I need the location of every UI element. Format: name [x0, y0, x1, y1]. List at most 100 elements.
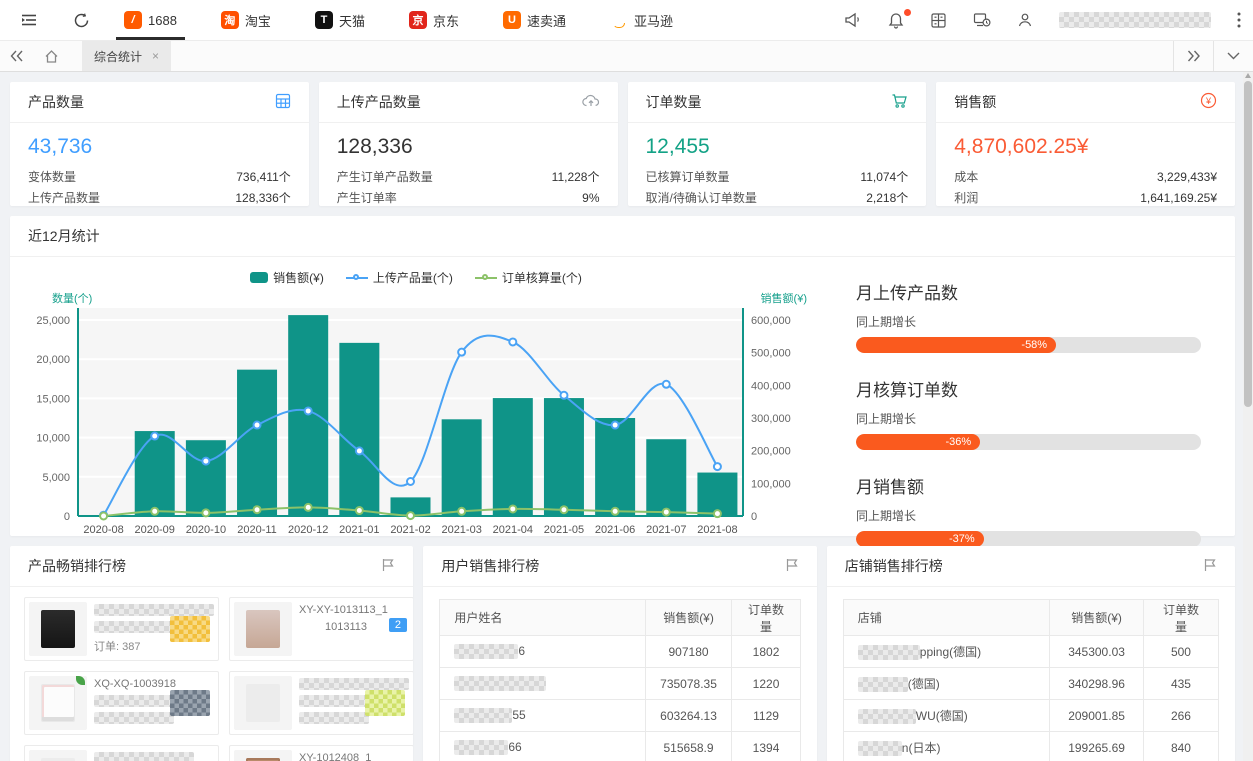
growth-bar-track: -58% — [856, 337, 1201, 353]
orders-cell: 500 — [1143, 636, 1218, 668]
col-name[interactable]: 用户姓名 — [440, 600, 645, 636]
col-sales[interactable]: 销售额(¥) — [645, 600, 732, 636]
product-image — [234, 750, 292, 761]
product-rank-item[interactable]: XY-XY-1013113_110131132 — [229, 597, 413, 661]
table-row[interactable]: pping(德国) 345300.03 500 — [843, 636, 1218, 668]
page-scrollbar[interactable] — [1243, 72, 1253, 761]
name-suffix: WU(德国) — [916, 709, 968, 723]
menu-fold-icon[interactable] — [12, 0, 46, 40]
stat-value[interactable]: 12,455 — [646, 135, 909, 159]
stat-row-label: 变体数量 — [28, 167, 76, 188]
growth-percent: -58% — [1021, 339, 1047, 351]
name-suffix: 6 — [518, 644, 525, 658]
stat-value[interactable]: 43,736 — [28, 135, 291, 159]
table-row[interactable]: 66 515658.9 1394 — [440, 732, 800, 761]
b-smt-icon: U — [503, 11, 521, 29]
stat-card-title: 产品数量 — [28, 92, 84, 112]
panel-title: 用户销售排行榜 — [441, 556, 539, 576]
col-sales[interactable]: 销售额(¥) — [1050, 600, 1144, 636]
flag-icon[interactable] — [1203, 558, 1217, 575]
stat-row-value: 736,411个 — [236, 167, 291, 188]
b-amazon-icon: a — [610, 11, 628, 29]
product-rank-item[interactable]: 订单: 387 — [24, 597, 219, 661]
platform-tab-亚马逊[interactable]: a 亚马逊 — [610, 0, 673, 40]
stat-value[interactable]: 128,336 — [337, 135, 600, 159]
sales-cell: 603264.13 — [645, 700, 732, 732]
product-rank-item[interactable]: XQ-XQ-1003918 — [24, 671, 219, 735]
panel-title: 产品畅销排行榜 — [28, 556, 126, 576]
home-icon[interactable] — [34, 41, 68, 71]
legend-label: 订单核算量(个) — [502, 269, 582, 286]
tabs-dropdown-icon[interactable] — [1213, 41, 1253, 71]
stat-card-title: 销售额 — [954, 92, 996, 112]
svg-text:100,000: 100,000 — [751, 478, 791, 490]
svg-text:2020-09: 2020-09 — [135, 524, 175, 536]
flag-icon[interactable] — [381, 558, 395, 575]
stat-value[interactable]: 4,870,602.25¥ — [954, 135, 1217, 159]
platform-tab-淘宝[interactable]: 淘 淘宝 — [221, 0, 271, 40]
table-row[interactable]: WU(德国) 209001.85 266 — [843, 700, 1218, 732]
product-rank-item[interactable] — [229, 671, 413, 735]
shop-sales-table[interactable]: 店铺 销售额(¥) 订单数量 pping(德国) 345300.03 500 (… — [843, 599, 1219, 761]
table-row[interactable]: 55 603264.13 1129 — [440, 700, 800, 732]
stat-card-title: 上传产品数量 — [337, 92, 421, 112]
legend-label: 销售额(¥) — [273, 269, 324, 286]
table-row[interactable]: n(日本) 199265.69 840 — [843, 732, 1218, 761]
product-rank-item[interactable]: XY-1012408_1 — [229, 745, 413, 761]
svg-text:¥: ¥ — [1205, 96, 1212, 106]
notification-bell-icon[interactable] — [888, 12, 904, 29]
platform-label: 天猫 — [339, 11, 365, 30]
tabs-scroll-right-icon[interactable] — [1173, 41, 1213, 71]
more-menu-icon[interactable] — [1237, 12, 1241, 28]
stat-row-value: 1,641,169.25¥ — [1140, 188, 1217, 209]
tabs-scroll-left-icon[interactable] — [0, 41, 34, 71]
growth-percent: -37% — [949, 533, 975, 545]
legend-bar-swatch — [250, 272, 268, 283]
svg-text:2021-01: 2021-01 — [339, 524, 379, 536]
table-row[interactable]: (德国) 340298.96 435 — [843, 668, 1218, 700]
svg-text:500,000: 500,000 — [751, 348, 791, 360]
masked-name — [454, 740, 508, 755]
stat-row-label: 取消/待确认订单数量 — [646, 188, 757, 209]
table-row[interactable]: 6 907180 1802 — [440, 636, 800, 668]
tab-zonghetongji[interactable]: 综合统计 × — [82, 41, 171, 71]
legend-item[interactable]: 销售额(¥) — [250, 269, 324, 286]
col-name[interactable]: 店铺 — [843, 600, 1049, 636]
tab-close-icon[interactable]: × — [152, 49, 159, 63]
flag-icon[interactable] — [785, 558, 799, 575]
scrollbar-up-arrow[interactable] — [1245, 73, 1251, 78]
masked-text — [94, 604, 214, 616]
legend-item[interactable]: 订单核算量(个) — [475, 269, 582, 286]
monthly-stats-chart[interactable]: 05,00010,00015,00020,00025,0000100,00020… — [16, 288, 811, 546]
platform-tab-天猫[interactable]: T 天猫 — [315, 0, 365, 40]
svg-text:600,000: 600,000 — [751, 315, 791, 327]
svg-text:2021-07: 2021-07 — [646, 524, 686, 536]
platform-tab-速卖通[interactable]: U 速卖通 — [503, 0, 566, 40]
refresh-icon[interactable] — [64, 0, 98, 40]
masked-name — [454, 708, 512, 723]
col-orders[interactable]: 订单数量 — [1143, 600, 1218, 636]
announcement-icon[interactable] — [844, 12, 862, 28]
name-suffix: n(日本) — [902, 741, 941, 755]
name-suffix: 55 — [512, 708, 525, 722]
product-sku: XY-XY-1013113_1 — [299, 604, 409, 616]
legend-item[interactable]: 上传产品量(个) — [346, 269, 453, 286]
platform-tab-1688[interactable]: / 1688 — [124, 0, 177, 40]
username-masked[interactable] — [1059, 12, 1211, 28]
masked-text — [299, 678, 409, 690]
user-sales-table[interactable]: 用户姓名 销售额(¥) 订单数量 6 907180 1802 735078.35… — [439, 599, 800, 761]
masked-name — [858, 709, 916, 724]
stat-row-value: 11,074个 — [860, 167, 908, 188]
workstation-icon[interactable] — [973, 12, 991, 28]
svg-text:2021-08: 2021-08 — [697, 524, 737, 536]
col-orders[interactable]: 订单数量 — [732, 600, 801, 636]
user-icon[interactable] — [1017, 12, 1033, 28]
table-header-row: 店铺 销售额(¥) 订单数量 — [843, 600, 1218, 636]
product-rank-item[interactable] — [24, 745, 219, 761]
platform-tab-京东[interactable]: 京 京东 — [409, 0, 459, 40]
stat-row-label: 已核算订单数量 — [646, 167, 730, 188]
apps-grid-icon[interactable] — [930, 12, 947, 29]
scrollbar-thumb[interactable] — [1244, 81, 1252, 407]
growth-label: 同上期增长 — [856, 410, 1201, 427]
table-row[interactable]: 735078.35 1220 — [440, 668, 800, 700]
